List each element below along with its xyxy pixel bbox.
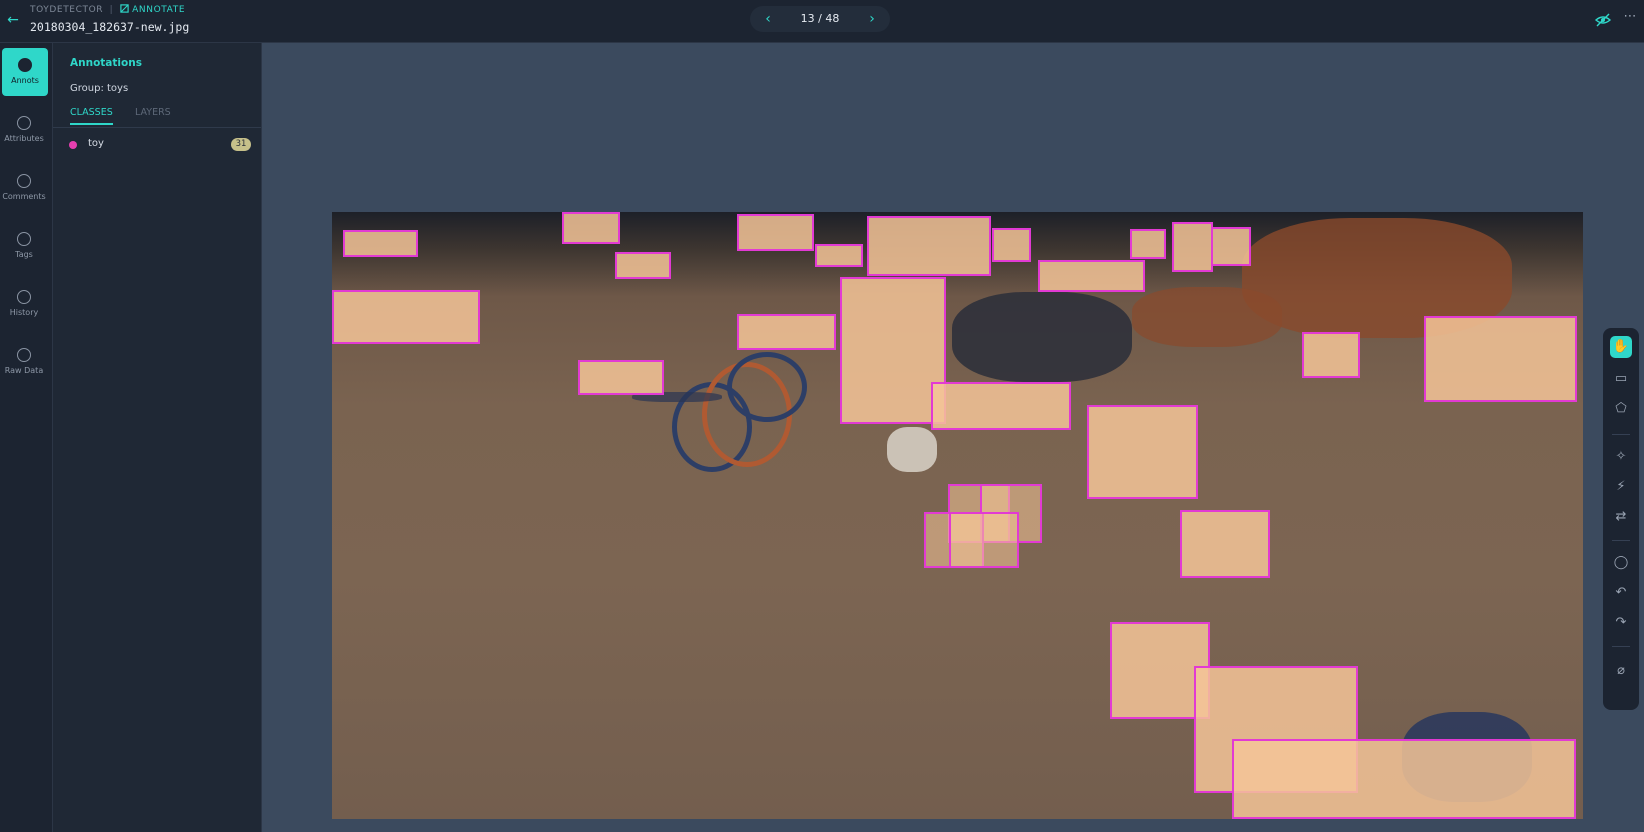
annotation-box[interactable] (1130, 229, 1166, 259)
history-icon (17, 290, 31, 304)
rail-item-tags[interactable]: Tags (0, 222, 48, 270)
more-options-icon[interactable]: ⋯ (1622, 9, 1638, 27)
annotation-box[interactable] (332, 290, 480, 344)
class-color-swatch (69, 141, 77, 149)
project-name[interactable]: TOYDETECTOR (30, 5, 103, 15)
polygon-tool-icon[interactable]: ⬠ (1610, 398, 1632, 420)
annotation-box[interactable] (931, 382, 1071, 430)
top-bar: ← TOYDETECTOR | ANNOTATE 20180304_182637… (0, 0, 1644, 43)
magic-wand-tool-icon[interactable]: ⚡ (1610, 476, 1632, 498)
background-toy-shape (887, 427, 937, 472)
background-toy-shape (952, 292, 1132, 382)
annotation-box[interactable] (562, 212, 620, 244)
clear-tool-icon[interactable]: ⌀ (1610, 660, 1632, 682)
ring-toy-shape (727, 352, 807, 422)
redo-icon[interactable]: ↷ (1610, 612, 1632, 634)
raw-data-icon (17, 348, 31, 362)
back-arrow-icon[interactable]: ← (4, 11, 22, 29)
toolbar-divider (1612, 646, 1630, 647)
next-image-button[interactable]: › (862, 9, 882, 29)
attributes-icon (17, 116, 31, 130)
annotation-box[interactable] (867, 216, 991, 276)
annotation-box[interactable] (1302, 332, 1360, 378)
annotation-box[interactable] (1211, 227, 1251, 266)
rail-item-label: Tags (15, 250, 33, 259)
annotation-icon (18, 58, 32, 72)
annotation-box[interactable] (1172, 222, 1213, 272)
toolbar-divider (1612, 434, 1630, 435)
annotation-box[interactable] (615, 252, 671, 279)
mode-label: ANNOTATE (132, 5, 186, 15)
image-filename: 20180304_182637-new.jpg (30, 20, 190, 34)
group-label: Group: toys (70, 83, 129, 94)
class-count-badge: 31 (231, 138, 251, 151)
comment-tool-icon[interactable]: ◯ (1610, 552, 1632, 574)
left-rail: Annots Attributes Comments Tags History … (0, 43, 53, 832)
annotation-box[interactable] (737, 314, 836, 350)
annotation-box[interactable] (1232, 739, 1576, 819)
tab-layers[interactable]: LAYERS (135, 107, 171, 123)
rail-item-comments[interactable]: Comments (0, 164, 48, 212)
image-pager: ‹ 13 / 48 › (750, 6, 890, 32)
rail-item-raw-data[interactable]: Raw Data (0, 338, 48, 386)
rail-item-annots[interactable]: Annots (2, 48, 48, 96)
rail-item-attributes[interactable]: Attributes (0, 106, 48, 154)
annotation-box[interactable] (1180, 510, 1270, 578)
tags-icon (17, 232, 31, 246)
breadcrumb: TOYDETECTOR | ANNOTATE (30, 4, 185, 15)
rail-item-history[interactable]: History (0, 280, 48, 328)
annotation-box[interactable] (1087, 405, 1198, 499)
toolbar-divider (1612, 540, 1630, 541)
annotation-box[interactable] (343, 230, 418, 257)
bbox-tool-icon[interactable]: ▭ (1610, 368, 1632, 390)
rail-item-label: History (9, 308, 39, 317)
panel-title: Annotations (70, 57, 142, 69)
rail-item-label: Raw Data (4, 366, 44, 375)
comments-icon (17, 174, 31, 188)
annotate-icon (120, 4, 132, 15)
image-counter: 13 / 48 (800, 12, 840, 25)
pan-tool-icon[interactable]: ✋ (1610, 336, 1632, 358)
annotation-box[interactable] (992, 228, 1031, 262)
annotation-box[interactable] (949, 512, 1019, 568)
annotation-canvas[interactable] (332, 212, 1583, 819)
rail-item-label: Comments (2, 192, 46, 201)
annotation-box[interactable] (737, 214, 814, 251)
tab-classes[interactable]: CLASSES (70, 107, 113, 125)
panel-tabs: CLASSES LAYERS (53, 105, 261, 128)
annotations-panel: Annotations Group: toys CLASSES LAYERS t… (53, 43, 262, 832)
annotation-box[interactable] (815, 244, 863, 267)
undo-icon[interactable]: ↶ (1610, 582, 1632, 604)
annotation-box[interactable] (578, 360, 664, 395)
annotation-box[interactable] (1038, 260, 1145, 292)
breadcrumb-separator: | (109, 5, 114, 15)
transfer-tool-icon[interactable]: ⇄ (1610, 506, 1632, 528)
class-name: toy (88, 138, 104, 149)
class-item-toy[interactable]: toy 31 (66, 135, 251, 155)
previous-image-button[interactable]: ‹ (758, 9, 778, 29)
rail-item-label: Attributes (4, 134, 44, 143)
hide-annotations-icon[interactable] (1594, 11, 1612, 29)
background-toy-shape (1132, 287, 1282, 347)
smart-select-tool-icon[interactable]: ✧ (1610, 446, 1632, 468)
tool-palette: ✋ ▭ ⬠ ✧ ⚡ ⇄ ◯ ↶ ↷ ⌀ (1603, 328, 1639, 710)
rail-item-label: Annots (11, 76, 39, 85)
annotation-box[interactable] (1424, 316, 1577, 402)
